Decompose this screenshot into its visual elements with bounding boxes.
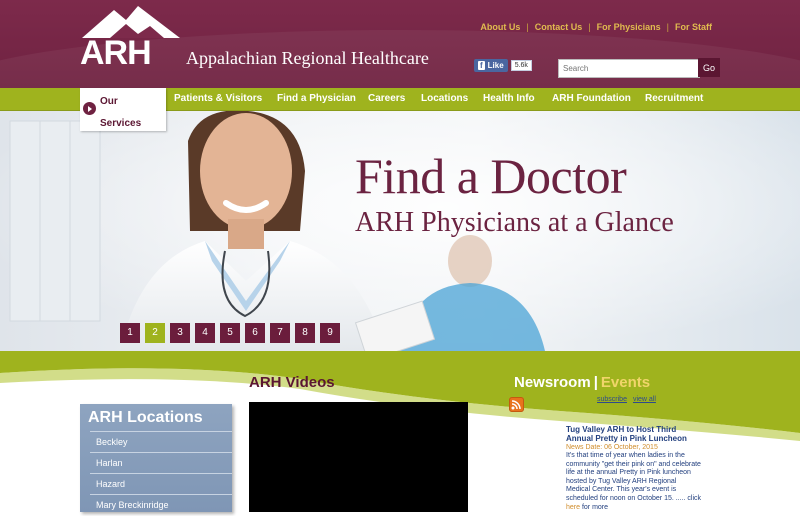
newsroom-tab[interactable]: Newsroom	[514, 374, 591, 391]
search-input[interactable]	[558, 59, 700, 78]
subscribe-link[interactable]: subscribe	[597, 396, 627, 403]
nav-health-info[interactable]: Health Info	[483, 88, 535, 110]
hero-banner[interactable]: Find a Doctor ARH Physicians at a Glance…	[0, 111, 800, 351]
slide-page-6[interactable]: 6	[245, 323, 265, 343]
utility-links: About Us | Contact Us | For Physicians | For S…	[480, 22, 712, 32]
fb-like-label: Like	[487, 60, 504, 70]
nav-careers[interactable]: Careers	[368, 88, 405, 110]
nav-arh-foundation[interactable]: ARH Foundation	[552, 88, 631, 110]
slide-page-5[interactable]: 5	[220, 323, 240, 343]
newsroom-links: subscribe view all	[597, 396, 662, 403]
slide-pager: 1 2 3 4 5 6 7 8 9	[120, 323, 340, 343]
nav-find-a-physician[interactable]: Find a Physician	[277, 88, 356, 110]
slide-page-3[interactable]: 3	[170, 323, 190, 343]
nav-locations[interactable]: Locations	[421, 88, 468, 110]
facebook-like-button[interactable]: f Like	[474, 58, 508, 72]
news-read-more-link[interactable]: here	[566, 504, 580, 511]
slide-page-4[interactable]: 4	[195, 323, 215, 343]
fb-like-count: 5.6k	[510, 59, 532, 71]
location-link-hazard[interactable]: Hazard	[90, 473, 232, 494]
news-article-tail: for more	[581, 503, 609, 511]
search-go-button[interactable]: Go	[698, 58, 720, 77]
newsroom-heading: Newsroom | Events	[514, 374, 650, 391]
arh-logo[interactable]: ARH	[80, 4, 190, 72]
hero-subtitle: ARH Physicians at a Glance	[355, 207, 674, 238]
logo-text: ARH	[80, 34, 152, 72]
site-header: ARH Appalachian Regional Healthcare Abou…	[0, 0, 800, 88]
slide-page-7[interactable]: 7	[270, 323, 290, 343]
org-name: Appalachian Regional Healthcare	[186, 48, 429, 68]
for-physicians-link[interactable]: For Physicians	[597, 22, 661, 32]
nav-patients-visitors[interactable]: Patients & Visitors	[174, 88, 262, 110]
slide-page-9[interactable]: 9	[320, 323, 340, 343]
video-player[interactable]	[249, 402, 468, 512]
news-article-date: News Date: 06 October, 2015	[566, 444, 658, 451]
locations-panel: ARH Locations Beckley Harlan Hazard Mary…	[80, 404, 232, 512]
rss-glyph-icon	[511, 400, 521, 410]
nav-our-services[interactable]: Our Services	[80, 88, 166, 131]
contact-us-link[interactable]: Contact Us	[535, 22, 583, 32]
locations-heading: ARH Locations	[88, 409, 203, 426]
events-tab[interactable]: Events	[601, 374, 650, 391]
nav-our-services-label: Our Services	[100, 96, 142, 129]
location-link-beckley[interactable]: Beckley	[90, 431, 232, 452]
location-link-harlan[interactable]: Harlan	[90, 452, 232, 473]
videos-heading: ARH Videos	[249, 374, 335, 391]
about-us-link[interactable]: About Us	[480, 22, 520, 32]
hero-title: Find a Doctor	[355, 148, 627, 204]
rss-icon[interactable]	[509, 397, 524, 412]
view-all-link[interactable]: view all	[633, 396, 656, 403]
slide-page-8[interactable]: 8	[295, 323, 315, 343]
slide-page-1[interactable]: 1	[120, 323, 140, 343]
news-article-text: It's that time of year when ladies in th…	[566, 452, 702, 502]
slide-page-2[interactable]: 2	[145, 323, 165, 343]
facebook-icon: f	[478, 60, 485, 70]
nav-recruitment[interactable]: Recruitment	[645, 88, 703, 110]
chevron-right-icon	[83, 102, 96, 115]
news-article-body: It's that time of year when ladies in th…	[566, 452, 702, 512]
news-article: Tug Valley ARH to Host Third Annual Pret…	[566, 425, 702, 512]
facebook-like: f Like 5.6k	[474, 58, 532, 72]
newsroom-separator: |	[593, 374, 598, 391]
for-staff-link[interactable]: For Staff	[675, 22, 712, 32]
news-article-title[interactable]: Tug Valley ARH to Host Third Annual Pret…	[566, 425, 702, 443]
